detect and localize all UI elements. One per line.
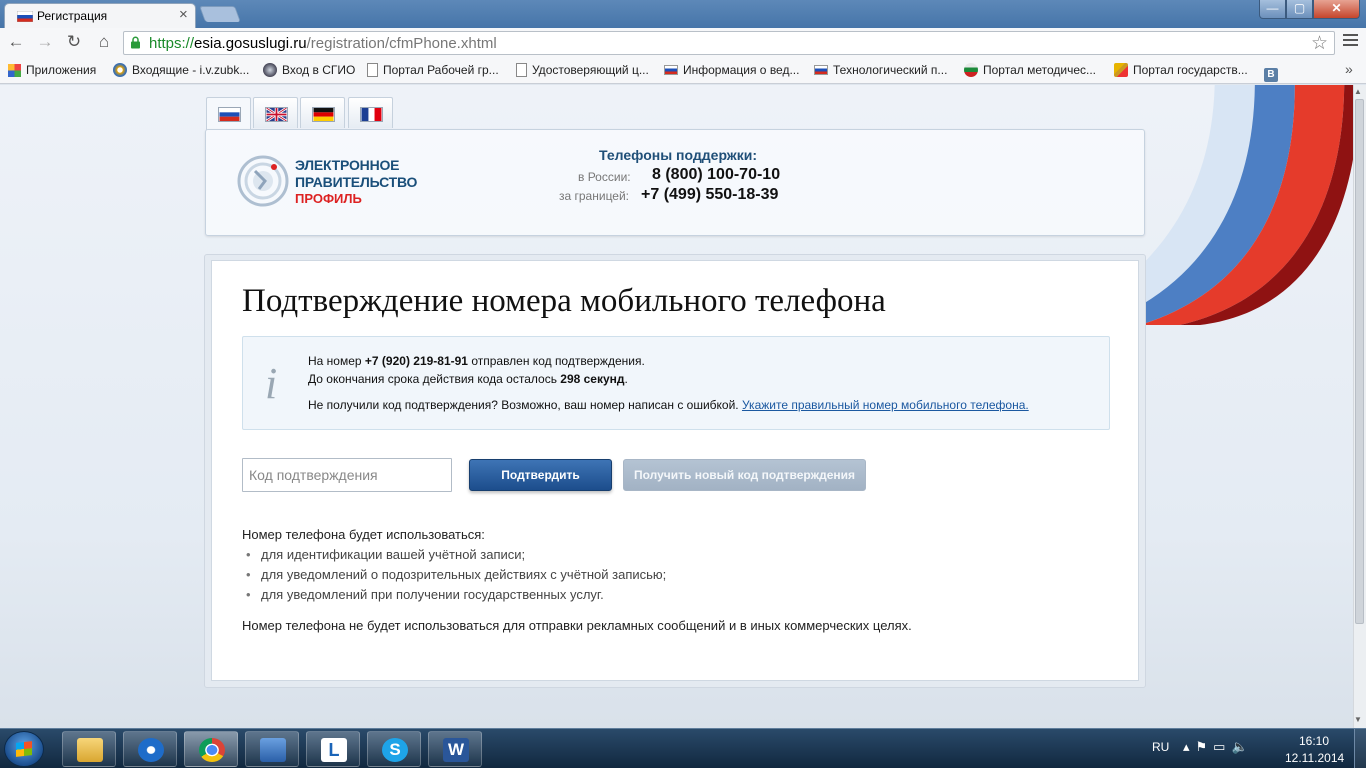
taskbar-archive[interactable] xyxy=(245,731,299,767)
bookmark-information[interactable]: Информация о вед... xyxy=(664,63,799,79)
tab-registration[interactable]: Регистрация × xyxy=(4,3,196,28)
logo-text-profile: ПРОФИЛЬ xyxy=(295,191,362,206)
info-correction-line: Не получили код подтверждения? Возможно,… xyxy=(308,398,1029,412)
taskbar-explorer[interactable] xyxy=(62,731,116,767)
seconds-remaining: 298 секунд xyxy=(560,372,625,386)
reload-icon[interactable]: ↻ xyxy=(64,32,84,52)
tab-title: Регистрация xyxy=(37,9,108,23)
change-phone-link[interactable]: Укажите правильный номер мобильного теле… xyxy=(742,398,1029,412)
new-tab-button[interactable] xyxy=(199,6,241,22)
forward-arrow-icon[interactable]: → xyxy=(35,32,55,52)
page-icon xyxy=(367,63,378,77)
globe-icon xyxy=(964,63,978,77)
maximize-button[interactable]: ▢ xyxy=(1286,0,1313,19)
bookmark-apps[interactable]: Приложения xyxy=(8,63,96,79)
chrome-menu-icon[interactable] xyxy=(1343,34,1358,49)
taskbar-word[interactable]: W xyxy=(428,731,482,767)
start-button[interactable] xyxy=(4,731,44,767)
bookmarks-overflow-icon[interactable]: » xyxy=(1345,61,1353,77)
france-flag-icon xyxy=(360,107,383,122)
info-phone-line: На номер +7 (920) 219-81-91 отправлен ко… xyxy=(308,354,645,368)
logo-text-line1: ЭЛЕКТРОННОЕ xyxy=(295,157,400,173)
bookmark-star-icon[interactable]: ☆ xyxy=(1311,32,1328,55)
bookmark-portal-working-group[interactable]: Портал Рабочей гр... xyxy=(367,63,499,79)
bookmark-methodical[interactable]: Портал методичес... xyxy=(964,63,1096,79)
back-arrow-icon[interactable]: ← xyxy=(6,32,26,52)
uk-flag-icon xyxy=(265,107,288,122)
clock-time[interactable]: 16:10 xyxy=(1299,734,1329,748)
bookmark-technological[interactable]: Технологический п... xyxy=(814,63,947,79)
bookmarks-bar: Приложения Входящие - i.v.zubk... Вход в… xyxy=(0,58,1366,84)
browser-titlebar: Регистрация × — ▢ ✕ xyxy=(0,0,1366,28)
system-tray-icons[interactable]: ▴⚑▭🔈 xyxy=(1183,739,1254,755)
germany-flag-icon xyxy=(312,107,335,122)
emblem-icon xyxy=(1114,63,1128,77)
russia-flag-icon xyxy=(814,65,828,75)
scroll-down-arrow-icon[interactable]: ▼ xyxy=(1354,715,1362,724)
lang-fr-button[interactable] xyxy=(348,97,393,128)
get-new-code-button[interactable]: Получить новый код подтверждения xyxy=(623,459,866,491)
taskbar-skype[interactable]: S xyxy=(367,731,421,767)
globe-icon xyxy=(263,63,277,77)
taskbar-chrome[interactable] xyxy=(184,731,238,767)
scroll-up-arrow-icon[interactable]: ▲ xyxy=(1354,87,1362,96)
usage-item: для уведомлений при получении государств… xyxy=(246,587,604,602)
lang-de-button[interactable] xyxy=(300,97,345,128)
home-icon[interactable]: ⌂ xyxy=(94,32,114,52)
support-phones-title: Телефоны поддержки: xyxy=(599,147,758,163)
usage-item: для идентификации вашей учётной записи; xyxy=(246,547,525,562)
browser-toolbar: ← → ↻ ⌂ https://esia.gosuslugi.ru/regist… xyxy=(0,28,1366,58)
chrome-icon xyxy=(199,738,225,762)
vk-icon: В xyxy=(1264,68,1278,82)
bookmark-state-portal[interactable]: Портал государств... xyxy=(1114,63,1248,79)
minimize-button[interactable]: — xyxy=(1259,0,1286,19)
confirm-button[interactable]: Подтвердить xyxy=(469,459,612,491)
close-window-button[interactable]: ✕ xyxy=(1313,0,1360,19)
lang-ru-button[interactable] xyxy=(206,97,251,130)
taskbar-lync[interactable]: L xyxy=(306,731,360,767)
bookmark-vk[interactable]: В xyxy=(1264,63,1283,82)
teamviewer-icon xyxy=(138,738,164,762)
abroad-phone-number: +7 (499) 550-18-39 xyxy=(641,186,779,203)
abroad-phone-label: за границей: xyxy=(559,189,630,203)
phone-number: +7 (920) 219-81-91 xyxy=(364,354,468,368)
usage-title: Номер телефона будет использоваться: xyxy=(242,527,485,542)
bookmark-sgio[interactable]: Вход в СГИО xyxy=(263,63,355,79)
russia-phone-label: в России: xyxy=(578,170,631,184)
folder-icon xyxy=(77,738,103,762)
logo-text-line2: ПРАВИТЕЛЬСТВО xyxy=(295,174,418,190)
page-icon xyxy=(516,63,527,77)
russia-flag-icon xyxy=(17,11,33,22)
russia-phone-number: 8 (800) 100-70-10 xyxy=(652,166,781,183)
bookmark-inbox[interactable]: Входящие - i.v.zubk... xyxy=(113,63,249,79)
taskbar-teamviewer[interactable] xyxy=(123,731,177,767)
show-desktop-button[interactable] xyxy=(1354,729,1366,768)
scrollbar-thumb[interactable] xyxy=(1355,99,1364,624)
skype-icon: S xyxy=(382,738,408,762)
tab-close-icon[interactable]: × xyxy=(179,6,188,23)
page-title: Подтверждение номера мобильного телефона xyxy=(242,283,886,319)
word-icon: W xyxy=(443,738,469,762)
clock-date[interactable]: 12.11.2014 xyxy=(1285,751,1344,765)
usage-note: Номер телефона не будет использоваться д… xyxy=(242,618,912,633)
usage-item: для уведомлений о подозрительных действи… xyxy=(246,567,666,582)
bookmark-certification-center[interactable]: Удостоверяющий ц... xyxy=(516,63,649,79)
archive-icon xyxy=(260,738,286,762)
mail-icon xyxy=(113,63,127,77)
lync-icon: L xyxy=(321,738,347,762)
url-text: https://esia.gosuslugi.ru/registration/c… xyxy=(149,35,497,52)
windows-taskbar: L S W RU ▴⚑▭🔈 16:10 12.11.2014 xyxy=(0,728,1366,768)
address-bar[interactable]: https://esia.gosuslugi.ru/registration/c… xyxy=(123,31,1335,55)
e-government-logo-icon xyxy=(237,155,289,207)
info-timer-line: До окончания срока действия кода осталос… xyxy=(308,372,628,386)
russia-flag-icon xyxy=(218,107,241,122)
info-icon: i xyxy=(265,359,278,408)
russia-flag-icon xyxy=(664,65,678,75)
apps-grid-icon xyxy=(8,64,21,77)
confirmation-code-input[interactable] xyxy=(242,458,452,492)
lock-icon xyxy=(131,36,140,49)
lang-en-button[interactable] xyxy=(253,97,298,128)
keyboard-language[interactable]: RU xyxy=(1152,740,1169,754)
